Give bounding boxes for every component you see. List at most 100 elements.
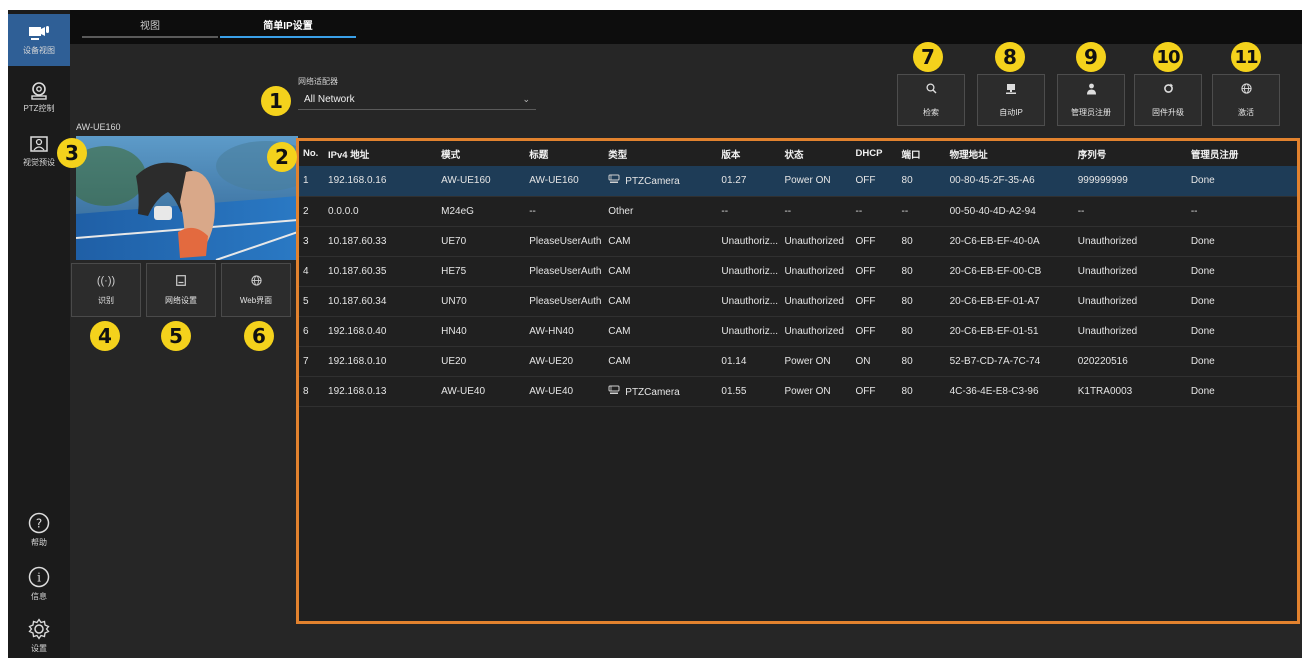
- callout-badge: 7: [913, 42, 943, 72]
- table-cell: 80: [897, 256, 946, 287]
- network-settings-button[interactable]: 网络设置: [146, 263, 216, 317]
- callout-badge: 10: [1153, 42, 1183, 72]
- nav-item-label: PTZ控制: [23, 104, 55, 113]
- table-cell: Done: [1186, 376, 1297, 407]
- column-header[interactable]: DHCP: [852, 141, 898, 166]
- table-cell: 192.168.0.40: [324, 316, 438, 347]
- refresh-icon: [1163, 83, 1174, 95]
- network-device-icon: [1005, 83, 1017, 95]
- table-cell: CAM: [604, 226, 718, 257]
- tab-view[interactable]: 视图: [82, 10, 218, 38]
- column-header[interactable]: 版本: [717, 141, 780, 166]
- activate-button[interactable]: 激活: [1212, 74, 1280, 126]
- table-cell: Unauthorized: [780, 316, 852, 347]
- network-adapter-label: 网络适配器: [298, 77, 338, 86]
- identify-button[interactable]: ((·)) 识别: [71, 263, 141, 317]
- column-header[interactable]: 端口: [898, 141, 946, 166]
- table-cell: HN40: [437, 316, 526, 347]
- admin-register-button[interactable]: 管理员注册: [1057, 74, 1125, 126]
- table-cell: --: [897, 196, 946, 227]
- network-adapter-select[interactable]: All Network ⌄: [298, 90, 536, 110]
- table-cell: 20-C6-EB-EF-40-0A: [945, 226, 1074, 257]
- callout-badge: 5: [161, 321, 191, 351]
- question-icon: ?: [28, 512, 50, 534]
- column-header[interactable]: 状态: [780, 141, 851, 166]
- table-cell: 2: [299, 196, 325, 227]
- table-cell: Unauthorized: [780, 256, 852, 287]
- table-cell: Power ON: [780, 346, 852, 377]
- table-cell: Power ON: [780, 166, 852, 197]
- nav-item-help[interactable]: ? 帮助: [8, 504, 70, 556]
- nav-item-ptz-control[interactable]: PTZ控制: [8, 72, 70, 124]
- left-nav-rail: 设备视图 PTZ控制 视觉预设 ? 帮助 i 信息 设置: [8, 10, 70, 658]
- table-row[interactable]: 4 10.187.60.35 HE75 PleaseUserAuth CAM Unauth…: [299, 256, 1297, 287]
- table-row[interactable]: 5 10.187.60.34 UN70 PleaseUserAuth CAM Unauth…: [299, 286, 1297, 317]
- chevron-down-icon: ⌄: [522, 94, 530, 104]
- table-cell: HE75: [437, 256, 526, 287]
- table-cell: Unauthorized: [1073, 256, 1187, 287]
- table-row[interactable]: 2 0.0.0.0 M24eG -- Other -- -- -- -- 00-50-40-4D-…: [299, 196, 1297, 227]
- table-cell: 4: [299, 256, 325, 287]
- nav-item-label: 帮助: [31, 538, 47, 547]
- table-cell: Unauthoriz...: [717, 256, 781, 287]
- table-cell: 01.27: [717, 166, 781, 197]
- globe-icon: [1240, 83, 1252, 95]
- camera-preview-image: [76, 136, 298, 260]
- table-cell: AW-UE40: [437, 376, 526, 407]
- column-header[interactable]: 管理员注册: [1187, 141, 1297, 166]
- table-cell: 7: [299, 346, 325, 377]
- table-cell: Done: [1186, 346, 1297, 377]
- app-window: 设备视图 PTZ控制 视觉预设 ? 帮助 i 信息 设置 视图 简单IP设置 网…: [8, 10, 1302, 658]
- table-cell: 0.0.0.0: [324, 196, 438, 227]
- table-cell: CAM: [604, 256, 718, 287]
- column-header[interactable]: 类型: [604, 141, 717, 166]
- table-cell: Unauthorized: [1073, 316, 1187, 347]
- callout-badge: 4: [90, 321, 120, 351]
- table-row[interactable]: 1 192.168.0.16 AW-UE160 AW-UE160 PTZCamera 01…: [299, 166, 1297, 197]
- nav-item-info[interactable]: i 信息: [8, 558, 70, 610]
- table-cell: Done: [1186, 286, 1297, 317]
- table-cell-text: PTZCamera: [625, 386, 680, 398]
- network-settings-icon: [176, 274, 186, 287]
- top-tab-bar: 视图 简单IP设置: [70, 10, 1302, 44]
- search-icon: [925, 83, 937, 95]
- column-header[interactable]: 物理地址: [946, 141, 1074, 166]
- auto-ip-button[interactable]: 自动IP: [977, 74, 1045, 126]
- column-header[interactable]: IPv4 地址: [324, 141, 437, 166]
- tab-simple-ip-settings[interactable]: 简单IP设置: [220, 10, 356, 38]
- table-row[interactable]: 8 192.168.0.13 AW-UE40 AW-UE40 PTZCamera 01.5…: [299, 376, 1297, 407]
- nav-item-settings[interactable]: 设置: [8, 610, 70, 658]
- network-adapter-value: All Network: [304, 94, 355, 105]
- search-button[interactable]: 检索: [897, 74, 965, 126]
- table-cell: PTZCamera: [604, 166, 718, 197]
- table-cell: OFF: [851, 286, 898, 317]
- network-settings-label: 网络设置: [165, 295, 197, 305]
- column-header[interactable]: 模式: [437, 141, 525, 166]
- table-cell: CAM: [604, 286, 718, 317]
- table-cell: --: [1186, 196, 1297, 227]
- table-cell: 00-50-40-4D-A2-94: [945, 196, 1074, 227]
- column-header[interactable]: 序列号: [1074, 141, 1187, 166]
- table-row[interactable]: 6 192.168.0.40 HN40 AW-HN40 CAM Unauthoriz...…: [299, 316, 1297, 347]
- device-table-container: No. IPv4 地址 模式 标题 类型 版本 状态 DHCP 端口 物理地址 …: [296, 138, 1300, 624]
- table-row[interactable]: 7 192.168.0.10 UE20 AW-UE20 CAM 01.14 Power ON…: [299, 346, 1297, 377]
- callout-badge: 11: [1231, 42, 1261, 72]
- gear-icon: [28, 618, 50, 640]
- camera-name: AW-UE160: [76, 122, 121, 132]
- table-row[interactable]: 3 10.187.60.33 UE70 PleaseUserAuth CAM Unauth…: [299, 226, 1297, 257]
- table-cell: Unauthoriz...: [717, 316, 781, 347]
- table-cell: 01.14: [717, 346, 781, 377]
- signal-icon: ((·)): [96, 274, 116, 287]
- table-cell: 192.168.0.10: [324, 346, 438, 377]
- table-cell: 80: [897, 226, 946, 257]
- table-cell: UE70: [437, 226, 526, 257]
- table-cell: --: [525, 196, 605, 227]
- table-cell: 00-80-45-2F-35-A6: [945, 166, 1074, 197]
- ptz-camera-icon: [608, 385, 620, 398]
- device-table-body: 1 192.168.0.16 AW-UE160 AW-UE160 PTZCamera 01…: [299, 166, 1297, 407]
- firmware-update-button[interactable]: 固件升级: [1134, 74, 1202, 126]
- column-header[interactable]: 标题: [525, 141, 604, 166]
- column-header[interactable]: No.: [299, 141, 324, 166]
- nav-item-device-view[interactable]: 设备视图: [8, 14, 70, 66]
- web-interface-button[interactable]: Web界面: [221, 263, 291, 317]
